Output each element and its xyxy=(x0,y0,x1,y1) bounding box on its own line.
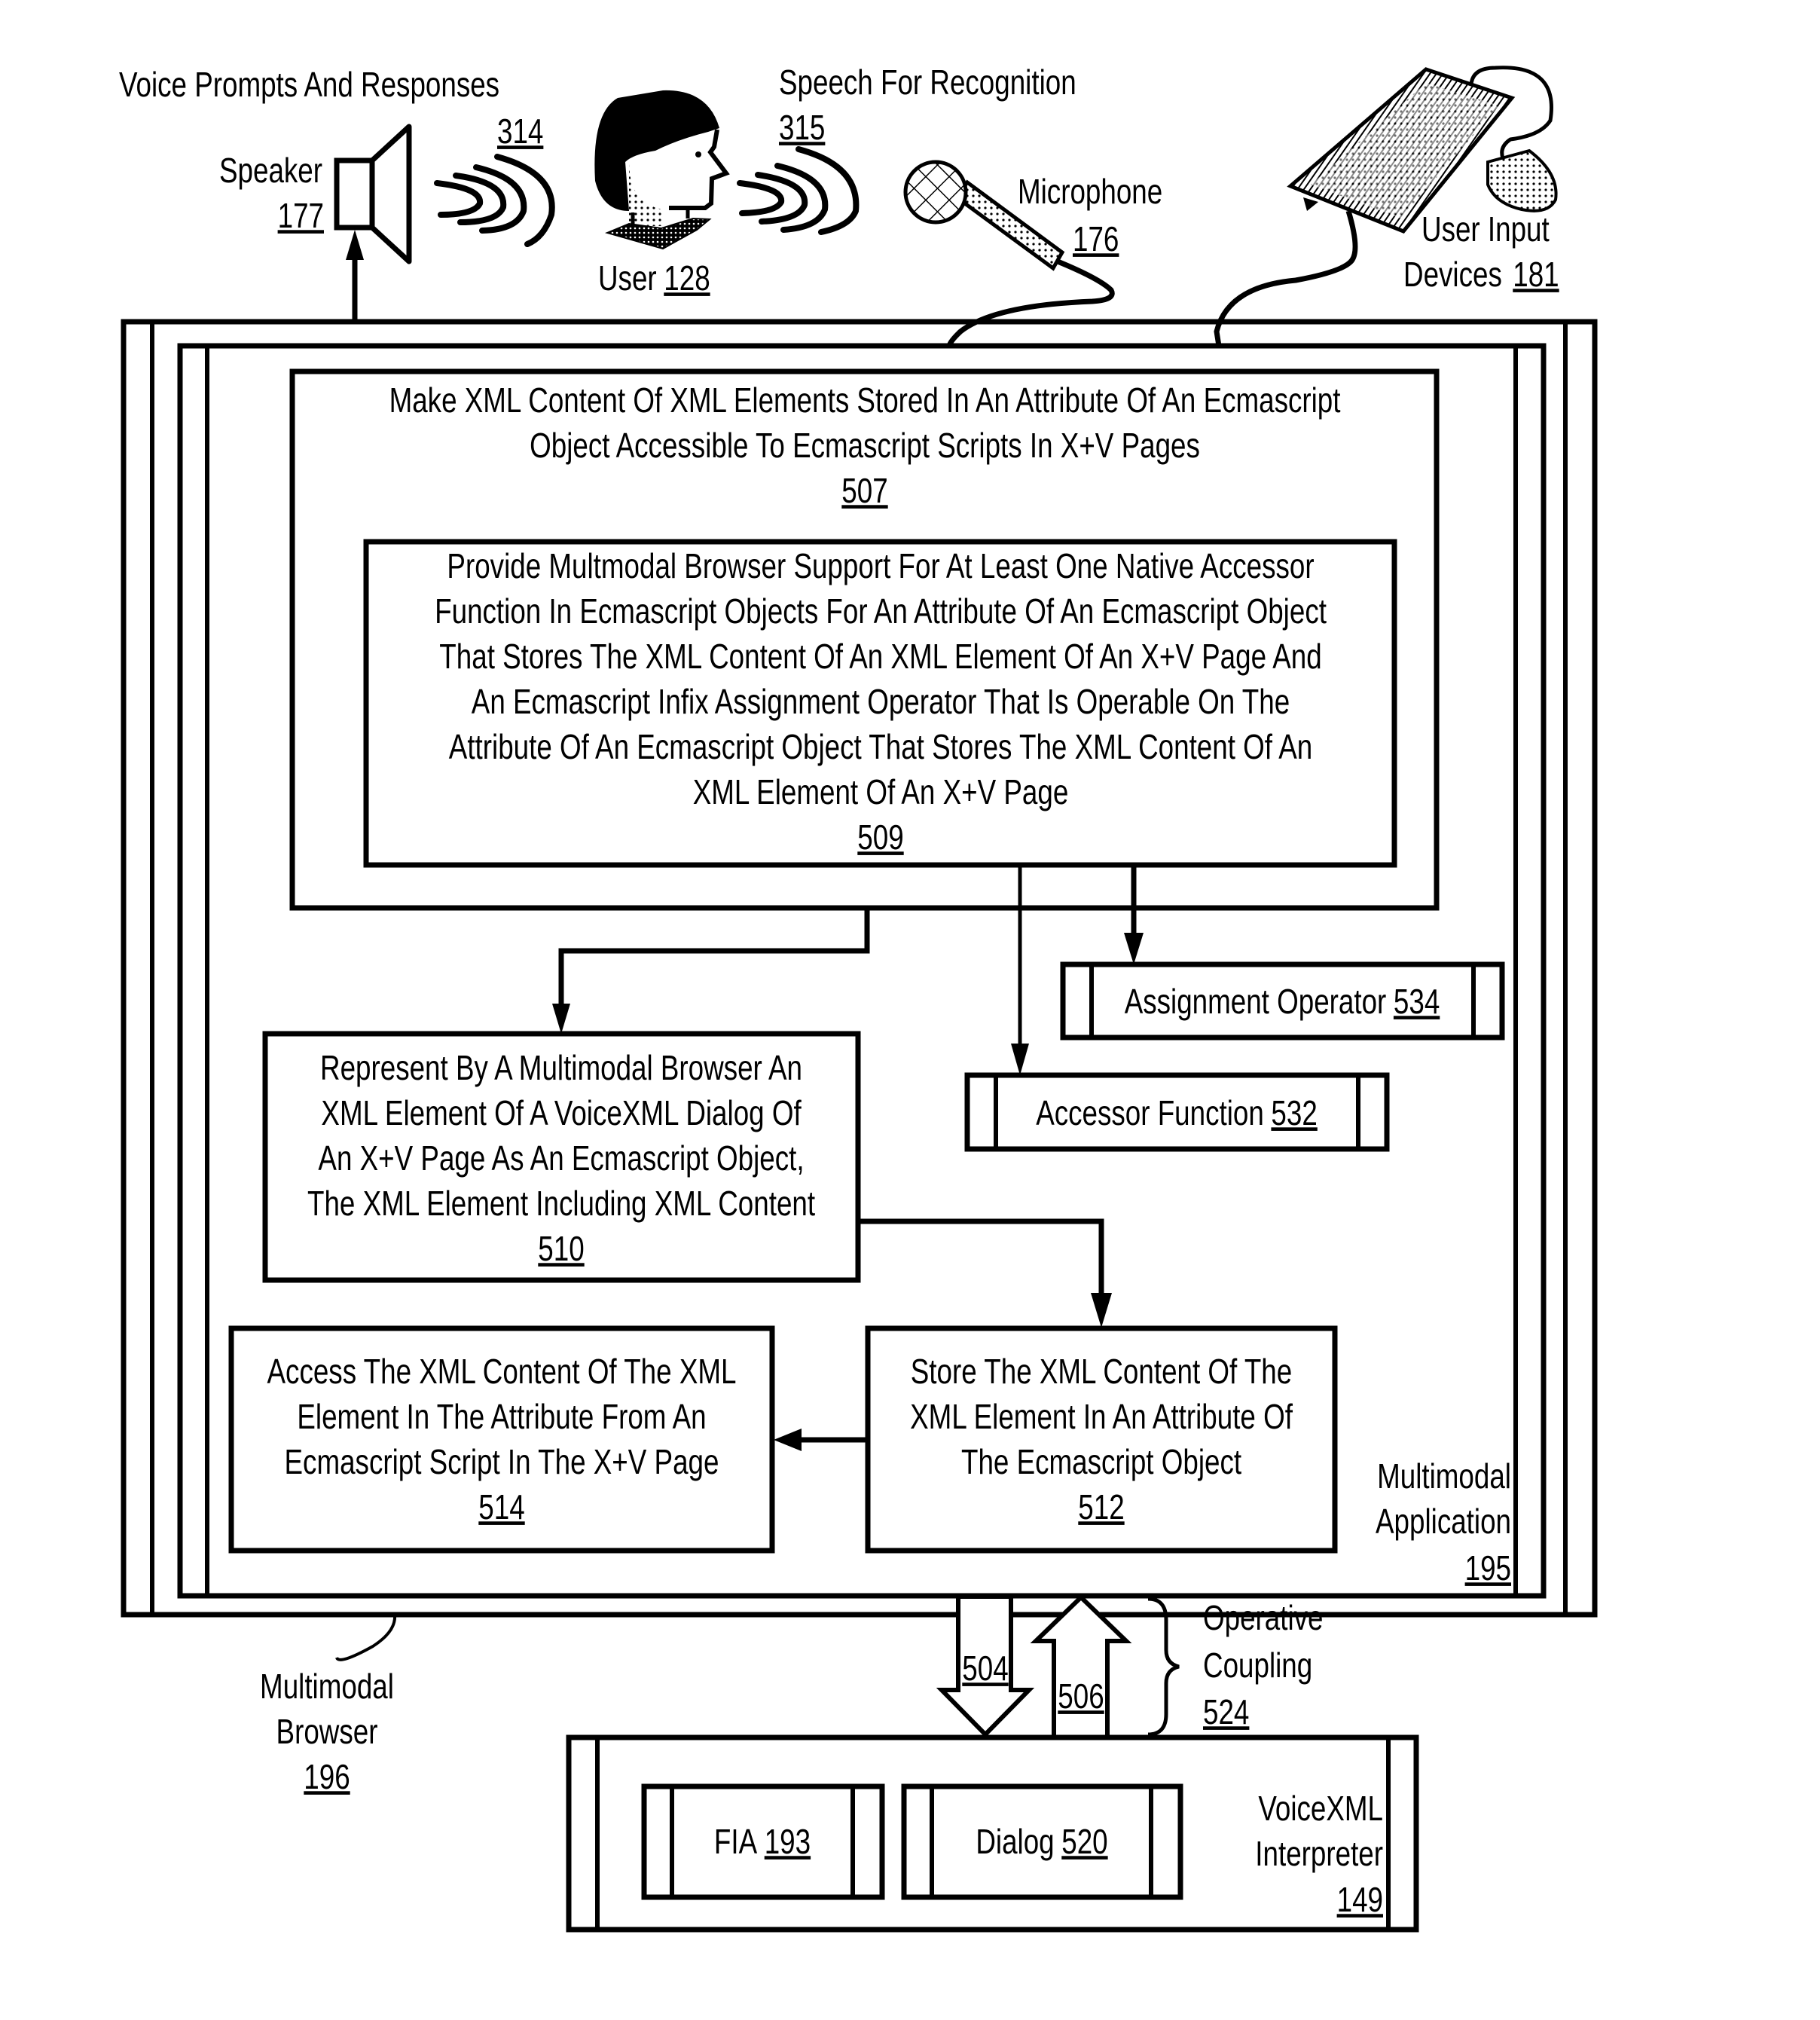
connector-507-to-510 xyxy=(552,905,870,1034)
connector-510-to-512 xyxy=(855,1218,1112,1328)
step-509-box: Provide Multmodal Browser Support For At… xyxy=(363,539,1397,868)
svg-text:That Stores The XML Content Of: That Stores The XML Content Of An XML El… xyxy=(439,637,1321,676)
ref-524: 524 xyxy=(1203,1692,1249,1731)
speaker-ref: 177 xyxy=(278,196,324,235)
svg-text:Accessor Function532: Accessor Function 532 xyxy=(1036,1093,1318,1132)
ref-507: 507 xyxy=(841,471,887,510)
speaker-icon xyxy=(334,124,412,264)
ref-512: 512 xyxy=(1078,1487,1124,1526)
step-510-box: Represent By A Multimodal Browser An XML… xyxy=(262,1031,861,1283)
step-512-box: Store The XML Content Of The XML Element… xyxy=(865,1325,1338,1554)
microphone-label: Microphone xyxy=(1018,172,1162,211)
operative-coupling-brace: Operative Coupling 524 xyxy=(1147,1597,1323,1737)
svg-text:Element In The Attribute From: Element In The Attribute From An xyxy=(297,1397,706,1436)
svg-text:XML Element In An Attribute Of: XML Element In An Attribute Of xyxy=(910,1397,1293,1436)
svg-text:Store The XML Content Of The: Store The XML Content Of The xyxy=(911,1352,1292,1391)
svg-text:XML Element Of A VoiceXML Dial: XML Element Of A VoiceXML Dialog Of xyxy=(321,1093,802,1132)
user-head-icon xyxy=(594,90,730,250)
accessor-function-532-box: Accessor Function 532 xyxy=(964,1072,1390,1152)
svg-text:Multimodal: Multimodal xyxy=(1377,1456,1511,1496)
svg-text:Function In Ecmascript Objects: Function In Ecmascript Objects For An At… xyxy=(435,591,1327,631)
user-label: User 128 xyxy=(598,258,710,298)
sound-waves-314-icon xyxy=(434,154,555,247)
svg-text:The XML Element Including XML: The XML Element Including XML Content xyxy=(307,1184,815,1223)
svg-text:Speech For Recognition: Speech For Recognition xyxy=(779,63,1076,102)
speaker-label: Speaker xyxy=(219,151,322,190)
multimodal-browser-label: Multimodal Browser 196 xyxy=(260,1614,397,1796)
fia-193-box: FIA 193 xyxy=(641,1783,885,1900)
svg-text:An X+V Page As An Ecmascript O: An X+V Page As An Ecmascript Object, xyxy=(318,1138,804,1178)
svg-text:The Ecmascript Object: The Ecmascript Object xyxy=(961,1442,1241,1481)
svg-text:Access The XML Content Of The: Access The XML Content Of The XML xyxy=(267,1352,737,1391)
svg-text:XML Element Of An X+V Page: XML Element Of An X+V Page xyxy=(693,772,1069,811)
svg-text:Multimodal: Multimodal xyxy=(260,1667,394,1706)
svg-text:Interpreter: Interpreter xyxy=(1255,1834,1383,1873)
up-arrow-506: 506 xyxy=(1030,1594,1132,1740)
svg-text:An Ecmascript Infix Assignment: An Ecmascript Infix Assignment Operator … xyxy=(472,682,1290,721)
connector-512-to-514 xyxy=(774,1429,871,1451)
speech-label: Speech For Recognition 315 xyxy=(779,63,1076,147)
ref-314: 314 xyxy=(497,112,543,151)
input-devices-label-1: User Input xyxy=(1421,209,1550,249)
sound-waves-315-icon xyxy=(737,146,860,235)
svg-text:Application: Application xyxy=(1376,1502,1511,1541)
ref-504: 504 xyxy=(962,1649,1008,1688)
step-514-box: Access The XML Content Of The XML Elemen… xyxy=(228,1325,775,1554)
svg-text:Ecmascript Script In The X+V P: Ecmascript Script In The X+V Page xyxy=(285,1442,719,1481)
multimodal-application-label: Multimodal Application 195 xyxy=(1376,1456,1511,1588)
keyboard-icon xyxy=(1214,67,1516,347)
dialog-520-box: Dialog 520 xyxy=(901,1783,1183,1900)
ref-514: 514 xyxy=(478,1487,524,1526)
svg-text:Object Accessible To Ecmascrip: Object Accessible To Ecmascript Scripts … xyxy=(530,426,1200,465)
ref-510: 510 xyxy=(538,1229,584,1268)
svg-text:Voice Prompts And Responses: Voice Prompts And Responses xyxy=(119,65,499,104)
ref-315: 315 xyxy=(779,108,825,147)
ref-195: 195 xyxy=(1465,1548,1511,1588)
diagram: Voice Prompts And Responses 314 Speaker … xyxy=(119,63,1598,1933)
svg-text:Dialog520: Dialog 520 xyxy=(976,1822,1107,1861)
svg-text:Provide Multmodal Browser Supp: Provide Multmodal Browser Support For At… xyxy=(447,546,1314,585)
svg-text:Make XML Content Of XML Elemen: Make XML Content Of XML Elements Stored … xyxy=(389,380,1341,420)
assignment-operator-534-box: Assignment Operator 534 xyxy=(1060,961,1505,1041)
ref-509: 509 xyxy=(857,817,903,857)
svg-text:Represent By A Multimodal Brow: Represent By A Multimodal Browser An xyxy=(320,1048,802,1087)
voice-prompts-label: Voice Prompts And Responses 314 xyxy=(119,65,543,151)
ref-506: 506 xyxy=(1058,1676,1104,1716)
ref-196: 196 xyxy=(304,1757,350,1796)
svg-text:Operative: Operative xyxy=(1203,1598,1323,1637)
svg-text:Attribute Of An Ecmascript Obj: Attribute Of An Ecmascript Object That S… xyxy=(449,727,1312,766)
input-devices-label-2: Devices 181 xyxy=(1403,255,1559,294)
speaker-output-arrow xyxy=(346,230,364,325)
svg-text:VoiceXML: VoiceXML xyxy=(1258,1789,1383,1828)
ref-149: 149 xyxy=(1337,1880,1383,1919)
svg-text:Browser: Browser xyxy=(276,1712,378,1751)
microphone-ref: 176 xyxy=(1073,219,1119,258)
svg-text:Coupling: Coupling xyxy=(1203,1646,1312,1685)
